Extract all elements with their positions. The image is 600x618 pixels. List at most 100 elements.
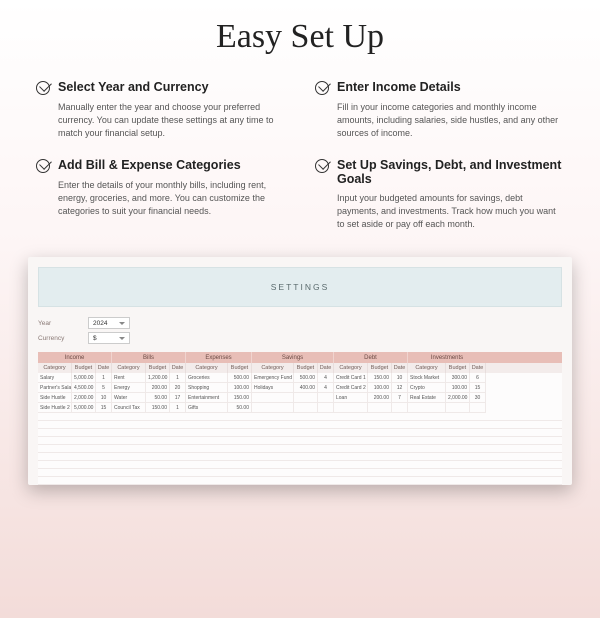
cell[interactable]: Side Hustle: [38, 393, 72, 403]
cell[interactable]: Rent: [112, 373, 146, 383]
feature-desc: Fill in your income categories and month…: [315, 101, 564, 140]
cell[interactable]: 200.00: [368, 393, 392, 403]
cell[interactable]: Salary: [38, 373, 72, 383]
cell[interactable]: [252, 393, 294, 403]
col-date: Date: [470, 363, 486, 373]
cell[interactable]: Crypto: [408, 383, 446, 393]
cell[interactable]: 15: [470, 383, 486, 393]
cell[interactable]: Entertainment: [186, 393, 228, 403]
cell[interactable]: 1: [170, 373, 186, 383]
cell[interactable]: Stock Market: [408, 373, 446, 383]
cell[interactable]: 150.00: [368, 373, 392, 383]
cell[interactable]: 10: [392, 373, 408, 383]
cell[interactable]: 10: [96, 393, 112, 403]
spreadsheet-frame: SETTINGS Year 2024 Currency $ Income Bil…: [28, 257, 572, 485]
cell[interactable]: Loan: [334, 393, 368, 403]
cell[interactable]: [318, 393, 334, 403]
cell[interactable]: [252, 403, 294, 413]
cell[interactable]: 6: [470, 373, 486, 383]
table-row[interactable]: Salary5,000.001Rent1,200.001Groceries500…: [38, 373, 562, 383]
cell[interactable]: Groceries: [186, 373, 228, 383]
section-savings: Savings: [252, 352, 334, 363]
cell[interactable]: 4,500.00: [72, 383, 96, 393]
cell[interactable]: 5,000.00: [72, 373, 96, 383]
cell[interactable]: 2,000.00: [446, 393, 470, 403]
cell[interactable]: 100.00: [228, 383, 252, 393]
cell[interactable]: [408, 403, 446, 413]
cell[interactable]: 50.00: [146, 393, 170, 403]
feature-title: Enter Income Details: [337, 80, 461, 94]
cell[interactable]: 150.00: [146, 403, 170, 413]
col-budget: Budget: [294, 363, 318, 373]
cell[interactable]: 12: [392, 383, 408, 393]
section-header-row: Income Bills Expenses Savings Debt Inves…: [38, 352, 562, 363]
data-rows: Salary5,000.001Rent1,200.001Groceries500…: [38, 373, 562, 413]
cell[interactable]: [368, 403, 392, 413]
feature-title: Set Up Savings, Debt, and Investment Goa…: [337, 158, 564, 186]
cell[interactable]: 4: [318, 373, 334, 383]
cell[interactable]: 400.00: [294, 383, 318, 393]
currency-dropdown[interactable]: $: [88, 332, 130, 344]
cell[interactable]: Credit Card 1: [334, 373, 368, 383]
cell[interactable]: 7: [392, 393, 408, 403]
cell[interactable]: 300.00: [446, 373, 470, 383]
controls: Year 2024 Currency $: [38, 317, 562, 344]
cell[interactable]: 1: [170, 403, 186, 413]
cell[interactable]: 1,200.00: [146, 373, 170, 383]
cell[interactable]: [294, 393, 318, 403]
cell[interactable]: 5: [96, 383, 112, 393]
year-dropdown[interactable]: 2024: [88, 317, 130, 329]
cell[interactable]: Gifts: [186, 403, 228, 413]
feature-desc: Manually enter the year and choose your …: [36, 101, 285, 140]
cell[interactable]: [334, 403, 368, 413]
cell[interactable]: Shopping: [186, 383, 228, 393]
feature-title: Add Bill & Expense Categories: [58, 158, 241, 172]
section-investments: Investments: [408, 352, 486, 363]
cell[interactable]: [318, 403, 334, 413]
col-category: Category: [112, 363, 146, 373]
col-date: Date: [96, 363, 112, 373]
cell[interactable]: 50.00: [228, 403, 252, 413]
cell[interactable]: 17: [170, 393, 186, 403]
cell[interactable]: 500.00: [294, 373, 318, 383]
cell[interactable]: Side Hustle 2: [38, 403, 72, 413]
cell[interactable]: 500.00: [228, 373, 252, 383]
cell[interactable]: Energy: [112, 383, 146, 393]
column-header-row: Category Budget Date Category Budget Dat…: [38, 363, 562, 373]
cell[interactable]: 4: [318, 383, 334, 393]
cell[interactable]: Emergency Fund: [252, 373, 294, 383]
page-title: Easy Set Up: [0, 18, 600, 56]
cell[interactable]: Credit Card 2: [334, 383, 368, 393]
table-row[interactable]: Partner's Salary4,500.005Energy200.0020S…: [38, 383, 562, 393]
cell[interactable]: 200.00: [146, 383, 170, 393]
col-date: Date: [318, 363, 334, 373]
settings-banner: SETTINGS: [38, 267, 562, 307]
cell[interactable]: Real Estate: [408, 393, 446, 403]
cell[interactable]: [446, 403, 470, 413]
cell[interactable]: 1: [96, 373, 112, 383]
cell[interactable]: 20: [170, 383, 186, 393]
cell[interactable]: [294, 403, 318, 413]
cell[interactable]: [470, 403, 486, 413]
feature-desc: Enter the details of your monthly bills,…: [36, 179, 285, 218]
col-category: Category: [334, 363, 368, 373]
table-row[interactable]: Side Hustle2,000.0010Water50.0017Enterta…: [38, 393, 562, 403]
col-category: Category: [252, 363, 294, 373]
year-label: Year: [38, 320, 80, 327]
cell[interactable]: Water: [112, 393, 146, 403]
empty-rows: [38, 413, 562, 485]
cell[interactable]: 2,000.00: [72, 393, 96, 403]
cell[interactable]: 5,000.00: [72, 403, 96, 413]
cell[interactable]: Holidays: [252, 383, 294, 393]
cell[interactable]: Partner's Salary: [38, 383, 72, 393]
cell[interactable]: 100.00: [446, 383, 470, 393]
cell[interactable]: 150.00: [228, 393, 252, 403]
table-row[interactable]: Side Hustle 25,000.0015Council Tax150.00…: [38, 403, 562, 413]
cell[interactable]: 15: [96, 403, 112, 413]
cell[interactable]: 30: [470, 393, 486, 403]
features-grid: Select Year and Currency Manually enter …: [0, 80, 600, 231]
cell[interactable]: [392, 403, 408, 413]
chevron-down-icon: [119, 337, 125, 340]
cell[interactable]: Council Tax: [112, 403, 146, 413]
cell[interactable]: 100.00: [368, 383, 392, 393]
